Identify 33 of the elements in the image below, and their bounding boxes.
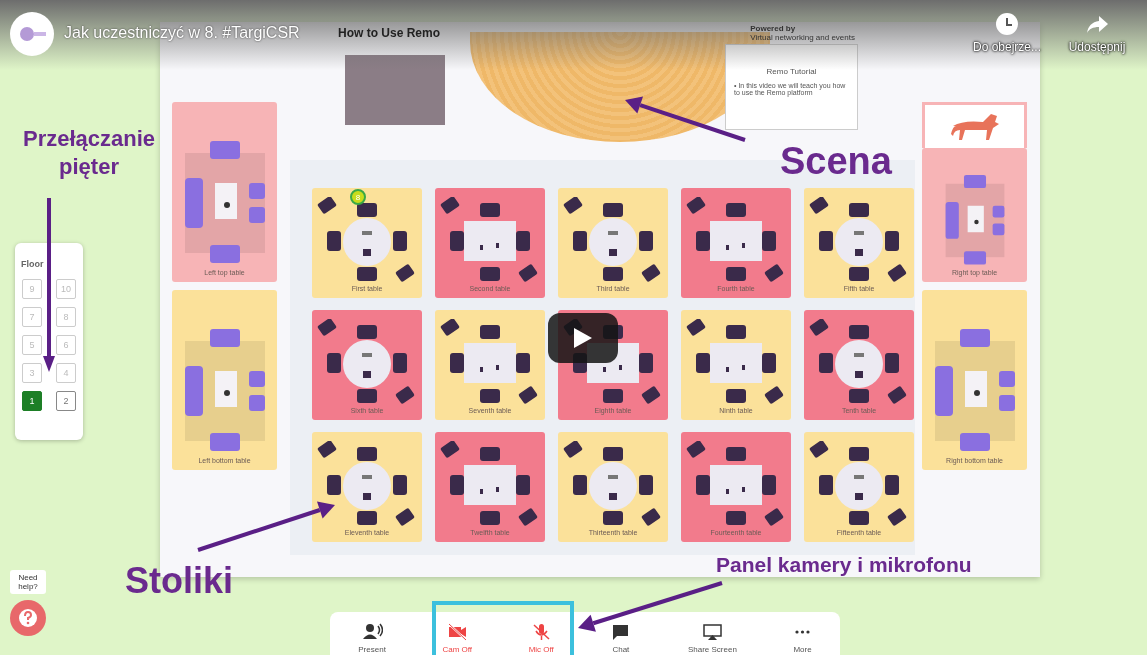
toolbar-button[interactable]: Chat (604, 622, 638, 654)
floor-title: Floor (21, 259, 44, 269)
channel-logo-icon (17, 24, 47, 44)
floor-button[interactable]: 3 (22, 363, 42, 383)
toolbar-button[interactable]: Mic Off (522, 622, 560, 654)
screen-icon (701, 622, 723, 642)
play-icon (572, 326, 594, 350)
attendee-badge: 8 (350, 189, 366, 205)
help-button[interactable] (10, 600, 46, 636)
camera-off-icon (446, 622, 468, 642)
video-title[interactable]: Jak uczestniczyć w 8. #TargiCSR (64, 24, 300, 42)
floor-button[interactable]: 1 (22, 391, 42, 411)
annotation-label: Scena (780, 140, 892, 183)
question-icon (18, 608, 38, 628)
channel-avatar[interactable] (10, 12, 54, 56)
tagline: Virtual networking and events (750, 33, 855, 42)
help-tooltip: Need help? (10, 570, 46, 594)
toolbar-button[interactable]: Share Screen (681, 622, 743, 654)
floor-button[interactable]: 4 (56, 363, 76, 383)
present-icon (361, 622, 383, 642)
video-thumbnail[interactable] (345, 55, 445, 125)
tutorial-title: Remo Tutorial (765, 67, 818, 76)
annotation-label: Stoliki (125, 560, 234, 602)
more-icon (795, 630, 811, 634)
annotation-label: Panel kamery i mikrofonu (716, 553, 972, 577)
event-title: How to Use Remo (338, 26, 440, 40)
floor-button[interactable]: 2 (56, 391, 76, 411)
toolbar-button[interactable]: Present (352, 622, 392, 654)
powered-by-label: Powered by (750, 24, 797, 33)
floor-button[interactable]: 9 (22, 279, 42, 299)
toolbar-button[interactable]: Cam Off (436, 622, 479, 654)
toolbar-button[interactable]: More (787, 622, 818, 654)
annotation-label: Przełączanie pięter (21, 125, 157, 180)
